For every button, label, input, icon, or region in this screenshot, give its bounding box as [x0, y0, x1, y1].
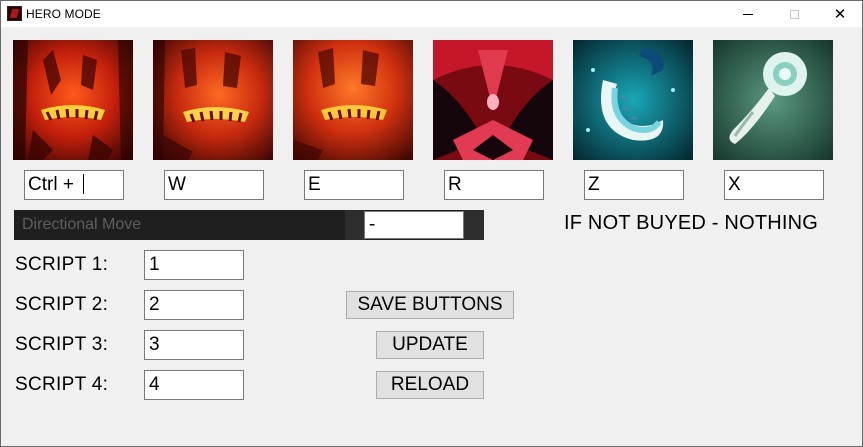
- script-4-label: SCRIPT 4:: [15, 374, 109, 395]
- script-1-input[interactable]: 1: [144, 250, 244, 280]
- close-button[interactable]: ✕: [817, 1, 863, 27]
- hotkey-value: W: [168, 174, 186, 195]
- directional-move-input[interactable]: -: [364, 211, 464, 239]
- window-title: HERO MODE: [26, 7, 101, 21]
- update-button[interactable]: UPDATE: [376, 331, 484, 359]
- script-4-input[interactable]: 4: [144, 370, 244, 400]
- save-buttons-button[interactable]: SAVE BUTTONS: [346, 291, 514, 319]
- minimize-button[interactable]: [725, 1, 771, 27]
- hotkey-value: E: [308, 174, 321, 195]
- script-1-label: SCRIPT 1:: [15, 254, 109, 275]
- close-icon: ✕: [833, 4, 847, 23]
- ability-6-icon: [713, 40, 833, 160]
- script-value: 2: [149, 294, 160, 315]
- hotkey-input-5[interactable]: Z: [584, 170, 684, 200]
- hotkey-value: Z: [588, 174, 600, 195]
- script-3-label: SCRIPT 3:: [15, 334, 109, 355]
- minimize-icon: [743, 13, 753, 15]
- reload-button[interactable]: RELOAD: [376, 371, 484, 399]
- directional-move-value: -: [369, 214, 376, 235]
- divider: [464, 210, 484, 240]
- hotkey-input-4[interactable]: R: [444, 170, 544, 200]
- app-icon: [7, 6, 22, 21]
- ability-1-icon: [13, 40, 133, 160]
- maximize-icon: [789, 9, 799, 19]
- directional-move-bar[interactable]: Directional Move -: [14, 210, 484, 240]
- text-caret: [83, 174, 85, 194]
- script-2-input[interactable]: 2: [144, 290, 244, 320]
- script-value: 4: [149, 374, 160, 395]
- script-3-input[interactable]: 3: [144, 330, 244, 360]
- directional-move-label: Directional Move: [22, 216, 142, 233]
- script-value: 1: [149, 254, 160, 275]
- info-note: IF NOT BUYED - NOTHING: [564, 212, 819, 234]
- ability-3-icon: [293, 40, 413, 160]
- maximize-button[interactable]: [771, 1, 817, 27]
- divider: [345, 210, 365, 240]
- app-window: HERO MODE ✕ Ctrl + W E R Z X Directional…: [0, 0, 863, 447]
- ability-2-icon: [153, 40, 273, 160]
- hotkey-input-3[interactable]: E: [304, 170, 404, 200]
- hotkey-value: X: [728, 174, 741, 195]
- hotkey-input-2[interactable]: W: [164, 170, 264, 200]
- script-2-label: SCRIPT 2:: [15, 294, 109, 315]
- hotkey-value: R: [448, 174, 462, 195]
- hotkey-input-1[interactable]: Ctrl +: [24, 170, 124, 200]
- hotkey-value: Ctrl +: [28, 174, 80, 195]
- hotkey-input-6[interactable]: X: [724, 170, 824, 200]
- ability-4-icon: [433, 40, 553, 160]
- title-bar[interactable]: HERO MODE ✕: [1, 1, 862, 27]
- script-value: 3: [149, 334, 160, 355]
- ability-5-icon: [573, 40, 693, 160]
